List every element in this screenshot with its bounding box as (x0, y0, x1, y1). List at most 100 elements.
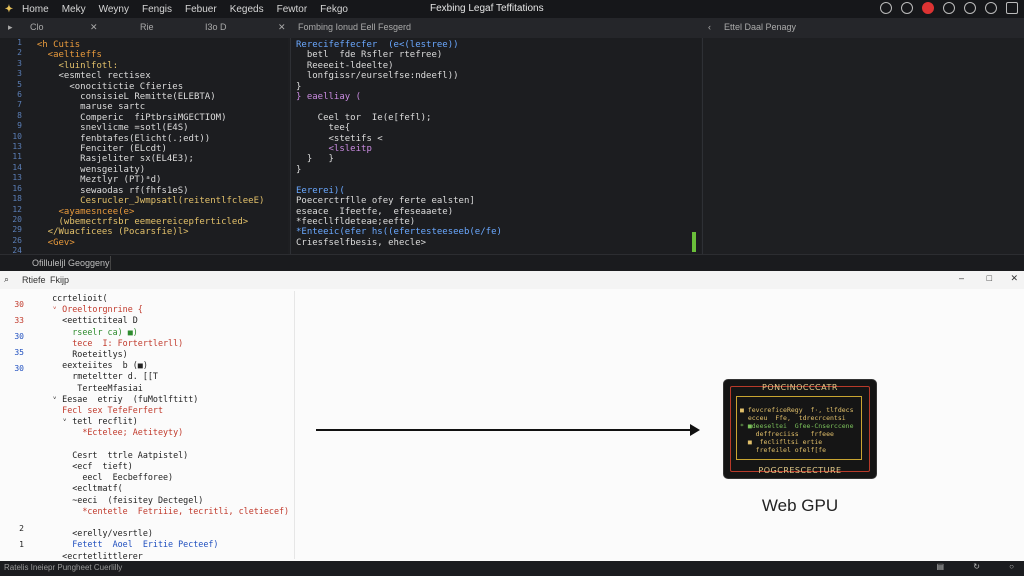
code-line[interactable]: <ayamesncee(e> (26, 207, 264, 217)
code-line[interactable]: (wbemectrfsbr eemeereicepferticled> (26, 217, 264, 227)
lower-menu-2[interactable]: Fkijp (50, 275, 69, 285)
code-line[interactable]: TerteeMfasiai (42, 383, 289, 394)
menu-item-5[interactable]: Febuer (185, 4, 217, 15)
maximize-icon[interactable]: □ (987, 273, 992, 283)
code-line[interactable]: } (296, 165, 502, 175)
chevron-icon[interactable]: ‹ (708, 22, 711, 32)
code-line[interactable]: <stetifs < (296, 134, 502, 144)
power-icon[interactable] (985, 2, 997, 14)
code-line[interactable]: ᵛ Oreeltorgnrine { (42, 304, 289, 315)
code-line[interactable]: tece I: Fortertlerll) (42, 338, 289, 349)
code-line[interactable]: snevlicme =sotl(E4S) (26, 123, 264, 133)
tab-2[interactable]: Rie (140, 22, 154, 32)
code-line[interactable]: } eaelliay ( (296, 92, 502, 102)
notification-icon[interactable] (922, 2, 934, 14)
code-line[interactable] (296, 102, 502, 112)
code-line[interactable]: *Ectelee; Aetiteyty) (42, 427, 289, 438)
circle-icon[interactable] (880, 2, 892, 14)
code-line[interactable]: wensgeilaty) (26, 165, 264, 175)
editor-pane-middle[interactable]: Rerecifeffecfer (e<(lestree)) betl fde R… (290, 38, 701, 254)
code-line[interactable]: *Enteeic(efer hs((efertesteeseeb(e/fe) (296, 227, 502, 237)
tab-3[interactable]: I3o D (205, 22, 227, 32)
code-line[interactable]: consisieL Remitte(ELEBTA) (26, 92, 264, 102)
code-line[interactable]: *centetle Fetriiie, tecritli, cletiecef) (42, 506, 289, 517)
code-line[interactable]: Eererei)( (296, 186, 502, 196)
code-line[interactable]: <onocitictie Cfieries (26, 82, 264, 92)
menu-item-7[interactable]: Fewtor (277, 4, 308, 15)
code-line[interactable]: <esmtecl rectisex (26, 71, 264, 81)
settings-icon[interactable] (964, 2, 976, 14)
code-line[interactable]: ~eeci (feisitey Dectegel) (42, 495, 289, 506)
code-line[interactable]: } } (296, 154, 502, 164)
code-line[interactable]: Roeteitlys) (42, 349, 289, 360)
menu-item-3[interactable]: Weyny (99, 4, 129, 15)
code-line[interactable]: eecl Eecbefforee) (42, 472, 289, 483)
code-line[interactable] (42, 439, 289, 450)
code-line[interactable]: maruse sartc (26, 102, 264, 112)
code-line[interactable]: <lsleitp (296, 144, 502, 154)
code-line[interactable]: <Gev> (26, 238, 264, 248)
code-line[interactable] (296, 175, 502, 185)
window-icon[interactable] (1006, 2, 1018, 14)
code-line[interactable]: <h Cutis (26, 40, 264, 50)
code-line[interactable]: betl fde Rsfler rtefree) (296, 50, 502, 60)
code-line[interactable]: eexteiites b (■) (42, 360, 289, 371)
minimize-icon[interactable]: – (959, 273, 964, 283)
menu-item-2[interactable]: Meky (62, 4, 86, 15)
clock-icon[interactable] (901, 2, 913, 14)
code-line[interactable]: fenbtafes(Elicht(.;edt)) (26, 134, 264, 144)
code-line[interactable]: *feecllfldeteae;eefte) (296, 217, 502, 227)
code-line[interactable]: Rasjeliter sx(EL4E3); (26, 154, 264, 164)
code-text[interactable]: ccrtelioit( ᵛ Oreeltorgnrine { <eetticti… (42, 293, 289, 573)
tab-5[interactable]: Ettel Daal Penagy (724, 22, 796, 32)
code-line[interactable]: Criesfselfbesis, ehecle> (296, 238, 502, 248)
code-line[interactable]: Poecerctrflle ofey ferte ealsten] (296, 196, 502, 206)
bell-icon[interactable]: ○ (1009, 562, 1014, 571)
code-line[interactable]: </Wuacficees (Pocarsfie)l> (26, 227, 264, 237)
code-line[interactable]: <luinlfotl: (26, 61, 264, 71)
close-icon[interactable]: ✕ (1010, 273, 1018, 284)
code-line[interactable]: ᵛ tetl recflit) (42, 416, 289, 427)
search-icon[interactable]: ⌕ (4, 274, 9, 285)
split-icon[interactable]: ✕ (278, 22, 286, 33)
menu-item-8[interactable]: Fekgo (320, 4, 348, 15)
code-line[interactable]: rseelr ca) ■) (42, 327, 289, 338)
code-text[interactable]: Rerecifeffecfer (e<(lestree)) betl fde R… (296, 40, 502, 248)
tab-4[interactable]: Fombing Ionud Eell Fesgerd (298, 22, 411, 32)
code-line[interactable]: tee{ (296, 123, 502, 133)
code-line[interactable]: Reeeeit-ldeelte) (296, 61, 502, 71)
menu-item-4[interactable]: Fengis (142, 4, 172, 15)
code-line[interactable]: eseace Ifeetfe, efeseaaete) (296, 207, 502, 217)
sync-icon[interactable]: ↻ (973, 562, 980, 571)
lock-icon[interactable] (943, 2, 955, 14)
code-line[interactable]: <ecltmatf( (42, 483, 289, 494)
code-line[interactable]: ᵛ Eesae etriy (fuMotlftitt) (42, 394, 289, 405)
code-line[interactable]: <erelly/vesrtle) (42, 528, 289, 539)
code-line[interactable]: } (296, 82, 502, 92)
lower-menu-1[interactable]: Rtiefe (22, 275, 46, 285)
code-line[interactable]: <ecf tieft) (42, 461, 289, 472)
code-line[interactable]: Fecl sex TefeFerfert (42, 405, 289, 416)
menu-item-home[interactable]: Home (22, 4, 49, 15)
close-icon[interactable]: ✕ (90, 22, 98, 33)
code-line[interactable]: Rerecifeffecfer (e<(lestree)) (296, 40, 502, 50)
code-line[interactable]: <aeltieffs (26, 50, 264, 60)
code-line[interactable]: Fenciter (ELcdt) (26, 144, 264, 154)
folder-icon[interactable]: ▸ (8, 22, 13, 33)
code-text[interactable]: <h Cutis <aeltieffs <luinlfotl: <esmtecl… (26, 40, 265, 248)
code-line[interactable]: sewaodas rf(fhfs1eS) (26, 186, 264, 196)
editor-pane-left[interactable]: 12335678910131114131618122029262422 <h C… (0, 38, 288, 266)
code-line[interactable]: Fetett Aoel Eritie Pecteef) (42, 539, 289, 550)
code-line[interactable]: lonfgissr/eurselfse:ndeefl)) (296, 71, 502, 81)
code-line[interactable]: Cesrucler_Jwmpsatl(reitentlfcleeE) (26, 196, 264, 206)
tab-1[interactable]: Clo (30, 22, 44, 32)
scrollbar[interactable] (692, 232, 696, 252)
code-line[interactable]: rmeteltter d. [[T (42, 371, 289, 382)
code-line[interactable]: <eettictiteal D (42, 315, 289, 326)
panel-icon[interactable]: ▤ (936, 562, 944, 571)
app-logo-icon[interactable]: ✦ (0, 4, 18, 15)
menu-item-6[interactable]: Kegeds (230, 4, 264, 15)
code-line[interactable]: Cesrt ttrle Aatpistel) (42, 450, 289, 461)
code-line[interactable]: ccrtelioit( (42, 293, 289, 304)
code-line[interactable]: Ceel tor Ie(e[fefl); (296, 113, 502, 123)
